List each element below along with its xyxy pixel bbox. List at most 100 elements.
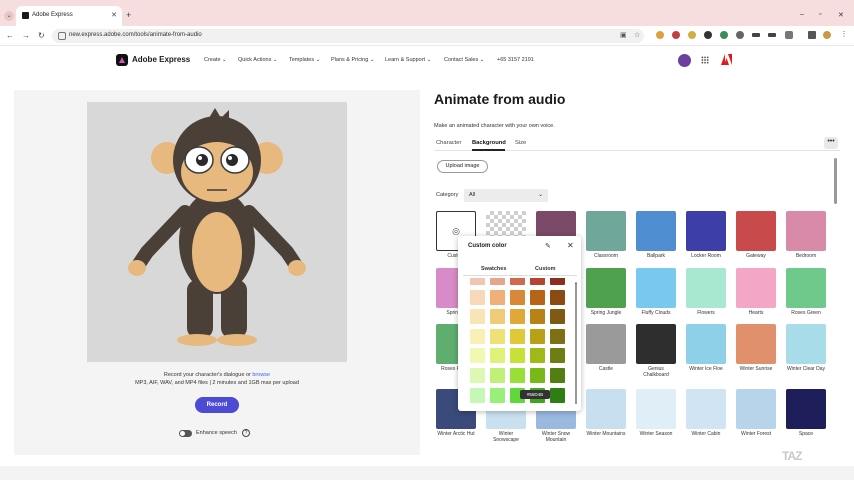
- background-thumbnail[interactable]: Gateway: [736, 211, 776, 259]
- browser-tab[interactable]: Adobe Express ✕: [16, 6, 122, 26]
- nav-plans-pricing[interactable]: Plans & Pricing ⌄: [331, 57, 374, 63]
- extension-icon[interactable]: [752, 33, 760, 37]
- color-swatch[interactable]: [470, 309, 485, 325]
- tab-menu-chevron-icon[interactable]: ⌄: [4, 11, 14, 21]
- extension-icon[interactable]: [768, 33, 776, 37]
- minimize-icon[interactable]: –: [800, 11, 804, 18]
- background-thumbnail[interactable]: Roses Green: [786, 268, 826, 316]
- brand-name[interactable]: Adobe Express: [132, 55, 190, 64]
- background-thumbnail[interactable]: Winter Sunrise: [736, 324, 776, 372]
- background-thumbnail[interactable]: Winter Ice Floe: [686, 324, 726, 372]
- adobe-express-logo-icon[interactable]: [116, 54, 128, 66]
- color-swatch[interactable]: [490, 309, 505, 325]
- color-swatch[interactable]: [490, 328, 505, 344]
- color-swatch[interactable]: [490, 278, 505, 285]
- color-swatch[interactable]: [490, 289, 505, 305]
- tab-custom[interactable]: Custom: [535, 266, 555, 272]
- color-swatch[interactable]: [530, 348, 545, 364]
- color-swatch[interactable]: [530, 328, 545, 344]
- back-icon[interactable]: ←: [6, 31, 14, 40]
- adobe-logo-icon[interactable]: [721, 54, 732, 65]
- color-swatch[interactable]: [550, 289, 565, 305]
- background-thumbnail[interactable]: Ballpark: [636, 211, 676, 259]
- color-swatch[interactable]: [490, 387, 505, 403]
- close-window-icon[interactable]: ✕: [838, 11, 844, 19]
- forward-icon[interactable]: →: [22, 31, 30, 40]
- more-options-icon[interactable]: •••: [824, 137, 838, 149]
- color-swatch[interactable]: [510, 278, 525, 285]
- extension-icon[interactable]: [720, 31, 728, 39]
- nav-quick-actions[interactable]: Quick Actions ⌄: [238, 57, 277, 63]
- site-info-icon[interactable]: [58, 32, 66, 40]
- tab-size[interactable]: Size: [515, 140, 526, 146]
- install-app-icon[interactable]: ▣: [620, 31, 627, 39]
- record-button[interactable]: Record: [195, 397, 239, 413]
- extension-icon[interactable]: [672, 31, 680, 39]
- background-thumbnail[interactable]: Hearts: [736, 268, 776, 316]
- background-thumbnail[interactable]: Space: [786, 389, 826, 437]
- maximize-icon[interactable]: ▫: [819, 11, 821, 18]
- color-swatch[interactable]: [550, 328, 565, 344]
- background-thumbnail[interactable]: Classroom: [586, 211, 626, 259]
- extension-icon[interactable]: [656, 31, 664, 39]
- color-swatch[interactable]: [550, 368, 565, 383]
- background-thumbnail[interactable]: Winter Season: [636, 389, 676, 437]
- tab-background[interactable]: Background: [472, 140, 506, 146]
- profile-avatar-icon[interactable]: [823, 31, 831, 39]
- tab-character[interactable]: Character: [436, 140, 461, 146]
- background-thumbnail[interactable]: Winter Mountains: [586, 389, 626, 437]
- background-thumbnail[interactable]: Castle: [586, 324, 626, 372]
- category-dropdown[interactable]: All ⌄: [464, 189, 548, 202]
- color-swatch[interactable]: [550, 348, 565, 364]
- extensions-puzzle-icon[interactable]: [785, 31, 793, 39]
- help-icon[interactable]: ?: [242, 429, 250, 437]
- color-swatch[interactable]: [470, 387, 485, 403]
- browse-link[interactable]: browse: [252, 372, 270, 378]
- color-swatch[interactable]: [510, 289, 525, 305]
- close-tab-icon[interactable]: ✕: [111, 11, 117, 19]
- apps-grid-icon[interactable]: [701, 56, 709, 64]
- background-thumbnail[interactable]: Winter Clear Day: [786, 324, 826, 372]
- close-icon[interactable]: ✕: [567, 241, 574, 250]
- color-swatch[interactable]: [530, 368, 545, 383]
- user-avatar[interactable]: [678, 54, 691, 67]
- color-swatch[interactable]: [470, 348, 485, 364]
- color-swatch[interactable]: [510, 368, 525, 383]
- color-swatch[interactable]: [550, 278, 565, 285]
- nav-contact-sales[interactable]: Contact Sales ⌄: [444, 57, 484, 63]
- color-swatch[interactable]: [530, 278, 545, 285]
- color-swatch[interactable]: [550, 309, 565, 325]
- color-swatch[interactable]: [530, 289, 545, 305]
- background-thumbnail[interactable]: Flowers: [686, 268, 726, 316]
- color-swatch[interactable]: [490, 368, 505, 383]
- sidepanel-icon[interactable]: [808, 31, 816, 39]
- nav-templates[interactable]: Templates ⌄: [289, 57, 320, 63]
- background-thumbnail[interactable]: Fluffy Clouds: [636, 268, 676, 316]
- color-swatch[interactable]: [490, 348, 505, 364]
- nav-create[interactable]: Create ⌄: [204, 57, 227, 63]
- browser-menu-icon[interactable]: ⋮: [840, 31, 848, 39]
- panel-scrollbar-thumb[interactable]: [834, 158, 837, 204]
- background-thumbnail[interactable]: Genius Chalkboard: [636, 324, 676, 378]
- color-swatch[interactable]: [470, 368, 485, 383]
- bookmark-star-icon[interactable]: ☆: [634, 31, 640, 39]
- url-field[interactable]: new.express.adobe.com/tools/animate-from…: [52, 29, 644, 43]
- upload-image-button[interactable]: Upload image: [437, 160, 488, 173]
- color-swatch[interactable]: [530, 309, 545, 325]
- color-swatch[interactable]: [470, 328, 485, 344]
- phone-number[interactable]: +65 3157 2191: [497, 57, 534, 63]
- background-thumbnail[interactable]: Bedroom: [786, 211, 826, 259]
- background-thumbnail[interactable]: Spring Jungle: [586, 268, 626, 316]
- background-thumbnail[interactable]: Winter Cabin: [686, 389, 726, 437]
- color-swatch[interactable]: [470, 289, 485, 305]
- color-swatch[interactable]: [510, 348, 525, 364]
- reload-icon[interactable]: ↻: [38, 31, 45, 40]
- eyedropper-icon[interactable]: ✎: [545, 242, 551, 250]
- color-swatch[interactable]: [550, 387, 565, 403]
- color-swatch[interactable]: [510, 309, 525, 325]
- extension-icon[interactable]: [736, 31, 744, 39]
- popover-scrollbar[interactable]: [575, 284, 577, 404]
- extension-icon[interactable]: [704, 31, 712, 39]
- extension-icon[interactable]: [688, 31, 696, 39]
- enhance-speech-toggle[interactable]: [179, 430, 192, 437]
